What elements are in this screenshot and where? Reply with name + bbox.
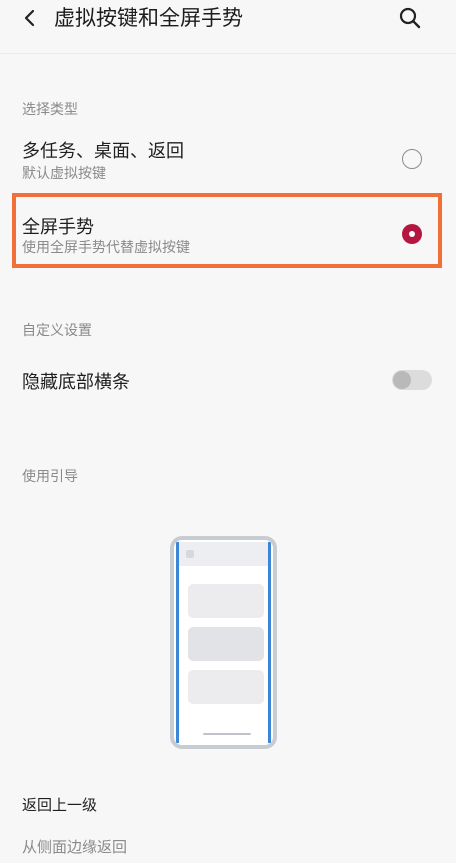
hide-bottom-bar-toggle[interactable] [392, 370, 432, 390]
page-title: 虚拟按键和全屏手势 [54, 6, 243, 30]
chevron-left-icon [24, 9, 35, 27]
phone-screen [176, 542, 271, 743]
phone-gesture-handle [203, 733, 251, 735]
toggle-knob [393, 371, 411, 389]
phone-card [188, 584, 264, 618]
search-icon [399, 7, 421, 29]
option-title: 多任务、桌面、返回 [22, 141, 184, 162]
app-header: 虚拟按键和全屏手势 [0, 0, 456, 54]
setting-label: 隐藏底部横条 [22, 372, 130, 393]
radio-multitask-buttons[interactable] [402, 149, 422, 169]
section-label-custom: 自定义设置 [22, 323, 92, 339]
radio-fullscreen-gestures[interactable] [402, 224, 422, 244]
gesture-help-title: 返回上一级 [22, 796, 98, 814]
section-label-type: 选择类型 [22, 102, 78, 118]
option-fullscreen-gestures[interactable]: 全屏手势 使用全屏手势代替虚拟按键 [0, 200, 456, 262]
option-subtitle: 使用全屏手势代替虚拟按键 [22, 240, 190, 256]
phone-illustration [170, 536, 277, 749]
option-title: 全屏手势 [22, 217, 94, 238]
phone-card [188, 627, 264, 661]
back-button[interactable] [16, 6, 44, 30]
option-multitask-buttons[interactable]: 多任务、桌面、返回 默认虚拟按键 [0, 128, 456, 188]
phone-camera-dot [186, 550, 194, 558]
search-button[interactable] [396, 4, 424, 32]
phone-status-bar [179, 542, 268, 566]
radio-selected-dot [409, 231, 415, 237]
phone-card [188, 670, 264, 704]
section-label-guide: 使用引导 [22, 469, 78, 485]
gesture-help-description: 从侧面边缘返回 [22, 838, 128, 856]
setting-hide-bottom-bar[interactable]: 隐藏底部横条 [0, 358, 456, 402]
option-subtitle: 默认虚拟按键 [22, 166, 106, 182]
